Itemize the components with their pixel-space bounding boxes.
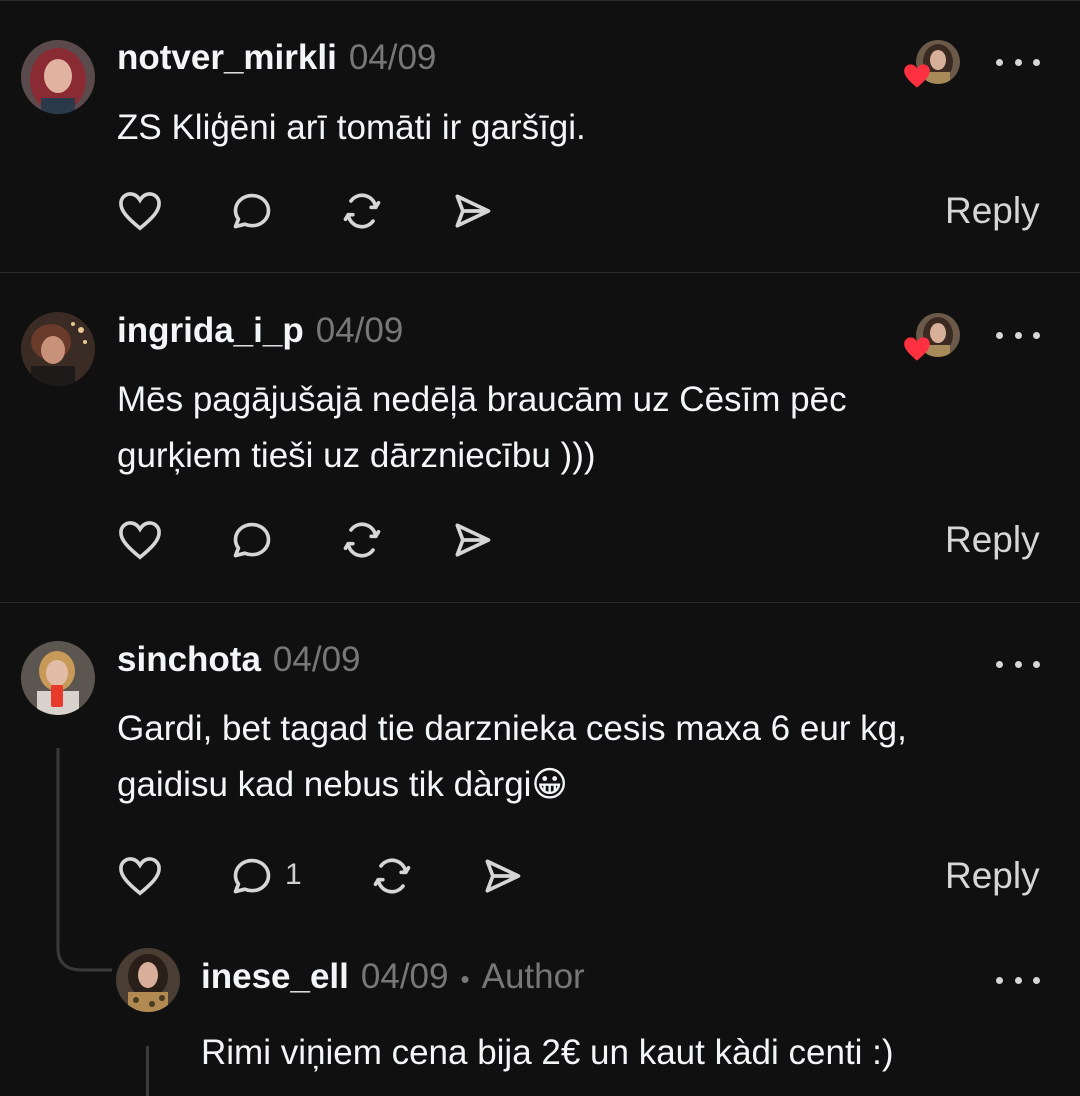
timestamp: 04/09 [360,957,449,996]
heart-outline-icon[interactable] [116,516,164,564]
author-avatar[interactable] [116,948,180,1012]
comment-meta: sinchota 04/09 [117,640,361,680]
repost-icon[interactable] [368,852,416,900]
send-icon[interactable] [478,852,526,900]
username[interactable]: notver_mirkli [117,38,337,78]
reply-text: Rimi viņiem cena bija 2€ un kaut kàdi ce… [201,1033,894,1072]
more-dots-icon[interactable] [996,654,1040,674]
comment-text: gaidisu kad nebus tik dàrgi😀 [117,765,568,804]
timestamp: 04/09 [315,311,404,350]
separator-dot: • [460,964,470,994]
send-icon[interactable] [448,516,496,564]
comment-divider [0,602,1080,603]
comment-text: gurķiem tieši uz dārzniecību ))) [117,436,596,475]
more-dots-icon[interactable] [996,52,1040,72]
comment-bubble-icon[interactable] [228,516,276,564]
repost-icon[interactable] [338,516,386,564]
heart-filled-icon [904,337,930,361]
comment-divider [0,272,1080,273]
more-dots-icon[interactable] [996,325,1040,345]
username[interactable]: inese_ell [201,957,349,997]
username[interactable]: sinchota [117,640,261,680]
comment-bubble-icon[interactable] [228,852,276,900]
avatar[interactable] [21,40,95,114]
reply-count: 1 [285,858,302,891]
comment-meta: ingrida_i_p 04/09 [117,311,403,351]
top-divider [0,0,1080,1]
reply-button[interactable]: Reply [945,519,1040,561]
comment-meta: notver_mirkli 04/09 [117,38,436,78]
reply-meta: inese_ell 04/09 • Author [201,957,585,997]
comment-text: ZS Kliģēni arī tomāti ir garšīgi. [117,108,586,147]
timestamp: 04/09 [272,640,361,679]
author-badge: Author [481,957,585,996]
comment-bubble-icon[interactable] [228,187,276,235]
repost-icon[interactable] [338,187,386,235]
heart-outline-icon[interactable] [116,187,164,235]
username[interactable]: ingrida_i_p [117,311,304,351]
reply-button[interactable]: Reply [945,190,1040,232]
avatar[interactable] [21,641,95,715]
comment-text: Gardi, bet tagad tie darznieka cesis max… [117,709,907,748]
thread-line [146,1046,149,1096]
send-icon[interactable] [448,187,496,235]
thread-connector [56,748,112,972]
more-dots-icon[interactable] [996,970,1040,990]
heart-filled-icon [904,64,930,88]
reply-button[interactable]: Reply [945,855,1040,897]
heart-outline-icon[interactable] [116,852,164,900]
avatar[interactable] [21,312,95,386]
timestamp: 04/09 [348,38,437,77]
comment-text: Mēs pagājušajā nedēļā braucām uz Cēsīm p… [117,380,847,419]
